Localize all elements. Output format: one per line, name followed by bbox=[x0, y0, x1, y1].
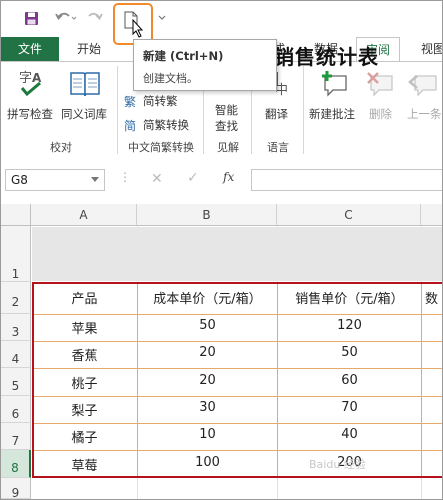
simplified-icon: 简 bbox=[124, 119, 136, 132]
group-label-proofing: 校对 bbox=[50, 141, 72, 154]
worksheet-grid[interactable]: A B C 1 2 3 4 5 6 7 8 9 产品 成本单价（元/箱） 销售单… bbox=[1, 204, 442, 499]
group-label-insights: 见解 bbox=[217, 141, 239, 154]
name-box-value: G8 bbox=[11, 173, 28, 187]
svg-text:繁: 繁 bbox=[124, 94, 136, 108]
save-button[interactable] bbox=[21, 8, 41, 28]
to-traditional-button[interactable]: 繁 简转繁 bbox=[123, 92, 193, 110]
tooltip-description: 创建文档。 bbox=[143, 72, 198, 85]
spell-check-icon: 字 A bbox=[19, 71, 42, 97]
chevron-down-icon bbox=[158, 15, 166, 20]
chinese-conversion-button[interactable]: 简 简繁转换 bbox=[123, 116, 203, 134]
group-divider bbox=[117, 66, 118, 154]
customize-qat-button[interactable] bbox=[157, 8, 167, 28]
row-header-1[interactable]: 1 bbox=[1, 226, 31, 282]
spell-check-label: 拼写检查 bbox=[7, 107, 53, 121]
row-header-4[interactable]: 4 bbox=[1, 341, 31, 368]
svg-text:A: A bbox=[32, 71, 42, 85]
chevron-down-icon[interactable] bbox=[91, 177, 99, 182]
svg-text:字: 字 bbox=[19, 71, 32, 86]
formula-bar-grip-icon: ⋮ bbox=[119, 170, 131, 184]
watermark-text: Baidu 经验 bbox=[309, 458, 366, 471]
table-border bbox=[32, 282, 442, 478]
formula-bar: G8 ⋮ ✕ ✓ fx bbox=[1, 158, 442, 204]
row-header-6[interactable]: 6 bbox=[1, 396, 31, 423]
delete-comment-button[interactable]: 删除 bbox=[363, 68, 399, 124]
insert-function-button[interactable]: fx bbox=[223, 170, 234, 184]
spell-check-button[interactable]: 字 A 拼写检查 bbox=[7, 68, 57, 124]
delete-comment-label: 删除 bbox=[369, 107, 392, 121]
row-header-9[interactable]: 9 bbox=[1, 478, 31, 499]
group-label-chinese-conversion: 中文简繁转换 bbox=[128, 141, 194, 154]
title-merged-cell[interactable] bbox=[32, 227, 442, 281]
previous-comment-button[interactable]: 上一条 bbox=[405, 68, 442, 124]
formula-input[interactable] bbox=[251, 169, 442, 191]
previous-comment-icon bbox=[408, 75, 437, 97]
column-header-b[interactable]: B bbox=[137, 204, 277, 226]
row-header-8[interactable]: 8 bbox=[1, 450, 31, 478]
column-header-d[interactable] bbox=[421, 204, 442, 226]
chinese-conversion-label: 简繁转换 bbox=[143, 118, 189, 132]
save-icon bbox=[24, 11, 38, 25]
group-divider bbox=[303, 66, 304, 154]
thesaurus-label: 同义词库 bbox=[61, 107, 107, 121]
new-comment-button[interactable]: 新建批注 bbox=[307, 68, 361, 124]
tab-view[interactable]: 视图 bbox=[413, 37, 442, 61]
previous-comment-label: 上一条 bbox=[407, 107, 442, 121]
row-header-2[interactable]: 2 bbox=[1, 282, 31, 314]
new-comment-icon bbox=[322, 71, 347, 97]
tab-home[interactable]: 开始 bbox=[69, 37, 109, 61]
column-header-a[interactable]: A bbox=[31, 204, 137, 226]
new-comment-label: 新建批注 bbox=[309, 107, 355, 121]
smart-lookup-label-line1: 智能 bbox=[215, 103, 238, 117]
new-document-tooltip: 新建 (Ctrl+N) 创建文档。 bbox=[133, 39, 277, 91]
svg-text:简: 简 bbox=[124, 119, 136, 132]
tooltip-title: 新建 (Ctrl+N) bbox=[143, 49, 224, 63]
tab-file[interactable]: 文件 bbox=[1, 37, 59, 61]
row-header-7[interactable]: 7 bbox=[1, 423, 31, 450]
excel-window: 文件 开始 式 数据 审阅 视图 字 A 拼写检查 同义词库 校对 繁 简转繁 … bbox=[0, 0, 443, 500]
column-header-c[interactable]: C bbox=[277, 204, 421, 226]
traditional-icon: 繁 bbox=[124, 94, 136, 108]
smart-lookup-label-line2: 查找 bbox=[215, 119, 238, 133]
mouse-cursor-icon bbox=[132, 19, 144, 38]
group-label-language: 语言 bbox=[267, 141, 289, 154]
enter-icon[interactable]: ✓ bbox=[187, 170, 199, 186]
row-header-3[interactable]: 3 bbox=[1, 314, 31, 341]
select-all-button[interactable] bbox=[1, 204, 31, 226]
row-header-5[interactable]: 5 bbox=[1, 368, 31, 396]
thesaurus-button[interactable]: 同义词库 bbox=[59, 68, 111, 124]
delete-comment-icon bbox=[367, 72, 393, 97]
quick-access-toolbar bbox=[1, 1, 442, 45]
thesaurus-icon bbox=[70, 72, 100, 97]
cancel-icon[interactable]: ✕ bbox=[151, 171, 163, 187]
name-box[interactable]: G8 bbox=[5, 169, 105, 191]
redo-icon bbox=[88, 12, 103, 20]
redo-button[interactable] bbox=[85, 8, 111, 28]
translate-label: 翻译 bbox=[265, 107, 288, 121]
to-traditional-label: 简转繁 bbox=[143, 94, 178, 108]
undo-icon bbox=[55, 12, 77, 20]
undo-button[interactable] bbox=[51, 8, 81, 28]
sheet-title: 销售统计表 bbox=[274, 45, 379, 69]
